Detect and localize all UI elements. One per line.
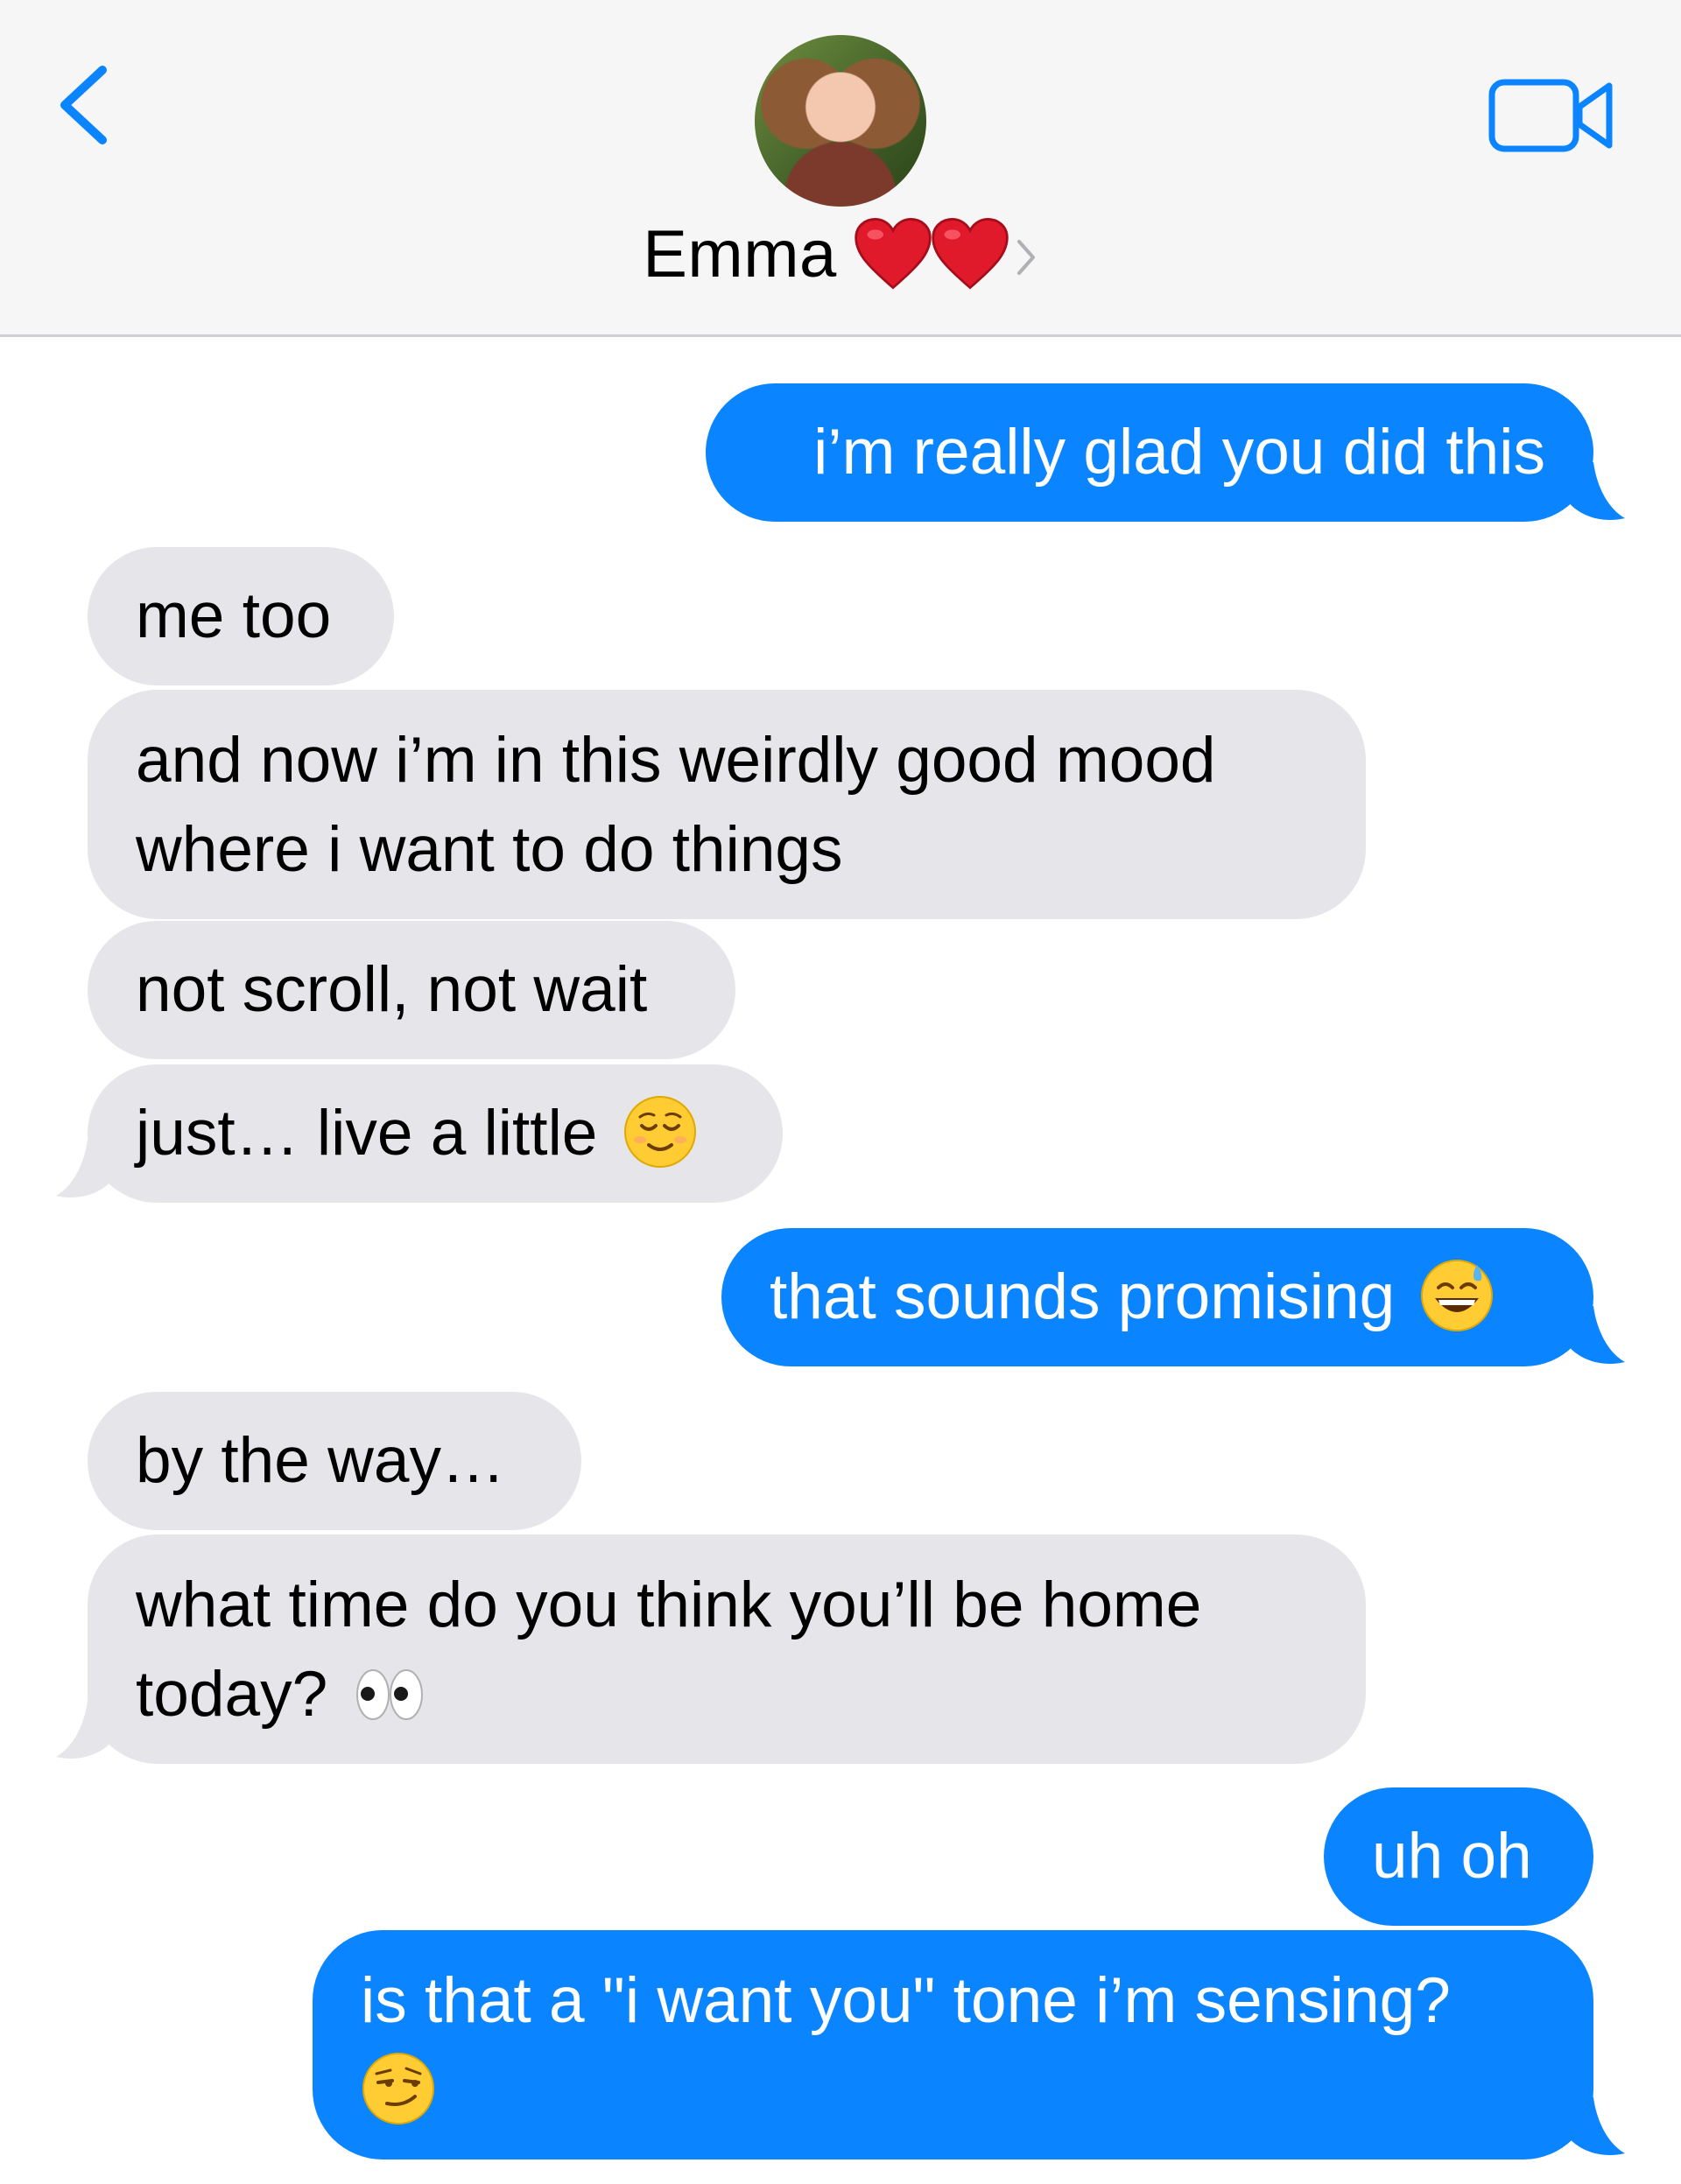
eyes-emoji: [356, 1668, 424, 1720]
message-text-line-1: is that a "i want you" tone i’m sensing?: [361, 1965, 1451, 2036]
bubble-tail: [56, 1140, 114, 1197]
bubble-tail: [56, 1701, 114, 1759]
message-incoming[interactable]: what time do you think you’ll be home to…: [88, 1534, 1366, 1764]
messages-screen: Emma i’m really glad you did this me too…: [0, 0, 1681, 2184]
message-text-line-1: what time do you think you’ll be home: [136, 1570, 1202, 1640]
message-text: uh oh: [1372, 1821, 1532, 1892]
chevron-right-icon: [1016, 240, 1035, 275]
message-text-line-2: where i want to do things: [136, 814, 843, 885]
red-heart-icon: [855, 218, 932, 290]
avatar[interactable]: [755, 35, 926, 207]
conversation-header: Emma: [0, 0, 1681, 337]
grinning-face-with-sweat-emoji: [1421, 1259, 1494, 1331]
hearts: [855, 216, 1038, 291]
message-outgoing[interactable]: uh oh: [1324, 1787, 1593, 1926]
message-text: just… live a little: [136, 1098, 598, 1169]
chevron-left-icon[interactable]: [54, 61, 116, 149]
message-incoming[interactable]: not scroll, not wait: [88, 921, 735, 1059]
message-incoming[interactable]: by the way…: [88, 1392, 581, 1530]
bubble-tail: [1567, 462, 1625, 520]
message-incoming[interactable]: just… live a little: [88, 1064, 783, 1203]
bubble-tail: [1567, 2097, 1625, 2155]
message-text: not scroll, not wait: [136, 954, 648, 1025]
message-outgoing[interactable]: that sounds promising: [721, 1228, 1593, 1366]
message-text: me too: [136, 580, 332, 651]
message-incoming[interactable]: and now i’m in this weirdly good mood wh…: [88, 690, 1366, 919]
contact-name: Emma: [643, 216, 837, 291]
red-heart-icon: [932, 218, 1009, 290]
message-outgoing[interactable]: i’m really glad you did this: [706, 383, 1593, 522]
message-text: that sounds promising: [770, 1261, 1396, 1332]
message-incoming[interactable]: me too: [88, 547, 394, 685]
message-text-line-2: today?: [136, 1659, 328, 1730]
message-text-line-1: and now i’m in this weirdly good mood: [136, 725, 1216, 796]
message-text: by the way…: [136, 1425, 505, 1496]
video-camera-icon[interactable]: [1488, 77, 1616, 154]
contact-name-button[interactable]: Emma: [0, 210, 1681, 298]
message-outgoing[interactable]: is that a "i want you" tone i’m sensing?: [313, 1930, 1593, 2159]
message-text: i’m really glad you did this: [813, 417, 1545, 488]
relieved-face-emoji: [623, 1095, 696, 1168]
smirking-face-emoji: [362, 2052, 434, 2124]
bubble-tail: [1567, 1306, 1625, 1364]
